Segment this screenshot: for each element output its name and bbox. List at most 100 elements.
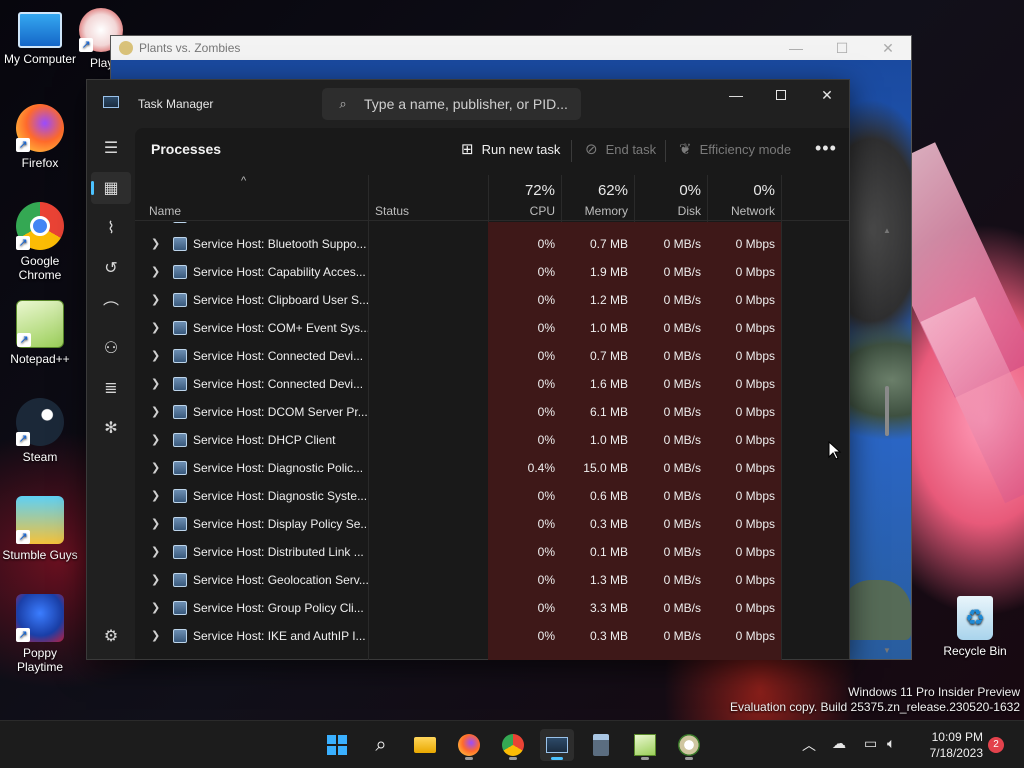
table-row[interactable]: ❯ Service Host: Distributed Link ... 0% 0.1…	[135, 538, 781, 566]
desktop-icon-notepadpp[interactable]: ↗ Notepad++	[0, 300, 80, 366]
desktop-icon-chrome[interactable]: ↗ Google Chrome	[0, 202, 80, 282]
column-header-name[interactable]: Name	[135, 175, 369, 221]
show-hidden-icons-chevron-icon[interactable]: ︿	[802, 735, 816, 755]
nav-users[interactable]: ⚇	[91, 332, 131, 364]
expand-chevron-icon[interactable]: ❯	[151, 377, 160, 390]
scroll-down-arrow-icon[interactable]: ▼	[883, 646, 891, 655]
network-cell: 0 Mbps	[707, 314, 781, 342]
table-row[interactable]: ❯ Service Host: Connected Devi... 0% 0.7 MB…	[135, 342, 781, 370]
column-header-memory[interactable]: 62% Memory	[561, 175, 634, 221]
desktop-icon-poppy-playtime[interactable]: ↗ Poppy Playtime	[0, 594, 80, 674]
service-host-icon	[173, 433, 187, 447]
nav-settings[interactable]: ⚙	[91, 620, 131, 652]
end-task-button[interactable]: ⊘ End task	[585, 140, 656, 158]
pvz-app-icon	[119, 41, 133, 55]
taskbar-task-manager[interactable]	[540, 729, 574, 761]
expand-chevron-icon[interactable]: ❯	[151, 433, 160, 446]
table-row[interactable]	[135, 222, 781, 230]
table-row[interactable]: ❯ Service Host: DCOM Server Pr... 0% 6.1 MB…	[135, 398, 781, 426]
table-row[interactable]: ❯ Service Host: COM+ Event Sys... 0% 1.0 MB…	[135, 314, 781, 342]
more-options-button[interactable]: •••	[815, 138, 837, 159]
pvz-titlebar[interactable]: Plants vs. Zombies — ☐ ✕	[111, 36, 911, 60]
tm-titlebar[interactable]: Task Manager ⌕ Type a name, publisher, o…	[87, 80, 849, 128]
desktop-icon-stumble-guys[interactable]: ↗ Stumble Guys	[0, 496, 80, 562]
expand-chevron-icon[interactable]: ❯	[151, 349, 160, 362]
process-list: ❯ Service Host: Bluetooth Suppo... 0% 0.7 M…	[135, 222, 849, 660]
table-row[interactable]: ❯ Service Host: Geolocation Serv... 0% 1.3 …	[135, 566, 781, 594]
nav-details[interactable]: ≣	[91, 372, 131, 404]
table-row[interactable]: ❯ Service Host: Clipboard User S... 0% 1.2 …	[135, 286, 781, 314]
expand-chevron-icon[interactable]: ❯	[151, 517, 160, 530]
expand-chevron-icon[interactable]: ❯	[151, 293, 160, 306]
expand-chevron-icon[interactable]: ❯	[151, 321, 160, 334]
volume-icon[interactable]: 🔈︎	[887, 735, 895, 752]
table-row[interactable]: ❯ Service Host: Capability Acces... 0% 1.9 …	[135, 258, 781, 286]
desktop-icon-steam[interactable]: ↗ Steam	[0, 398, 80, 464]
nav-startup-apps[interactable]: ⌒	[91, 292, 131, 324]
maximize-icon[interactable]: ☐	[819, 40, 865, 57]
table-row[interactable]: ❯ Service Host: Display Policy Se... 0% 0.3…	[135, 510, 781, 538]
table-row[interactable]: ❯ Service Host: IKE and AuthIP I... 0% 0.3 …	[135, 622, 781, 650]
expand-chevron-icon[interactable]: ❯	[151, 265, 160, 278]
system-clock[interactable]: 10:09 PM 7/18/2023	[915, 729, 983, 761]
taskbar-firefox[interactable]	[452, 729, 486, 761]
expand-chevron-icon[interactable]: ❯	[151, 601, 160, 614]
cpu-total: 72%	[524, 182, 555, 199]
column-header-status[interactable]: Status	[361, 175, 488, 221]
column-header-cpu[interactable]: 72% CPU	[488, 175, 561, 221]
maximize-button[interactable]	[758, 80, 804, 110]
close-button[interactable]: ✕	[804, 80, 850, 110]
expand-chevron-icon[interactable]: ❯	[151, 489, 160, 502]
nav-hamburger-button[interactable]: ☰	[91, 132, 131, 164]
close-icon[interactable]: ✕	[865, 40, 911, 57]
taskbar-pvz[interactable]	[672, 729, 706, 761]
expand-chevron-icon[interactable]: ❯	[151, 405, 160, 418]
pvz-title: Plants vs. Zombies	[139, 41, 241, 55]
shortcut-arrow-icon: ↗	[16, 530, 30, 544]
taskbar-chrome[interactable]	[496, 729, 530, 761]
scroll-up-arrow-icon[interactable]: ▲	[883, 226, 891, 235]
efficiency-mode-label: Efficiency mode	[699, 141, 792, 157]
notification-badge[interactable]: 2	[988, 737, 1004, 753]
run-new-task-button[interactable]: ⊞ Run new task	[461, 140, 560, 158]
table-row[interactable]: ❯ Service Host: Group Policy Cli... 0% 3.3 …	[135, 594, 781, 622]
table-row[interactable]: ❯ Service Host: Bluetooth Suppo... 0% 0.7 M…	[135, 230, 781, 258]
expand-chevron-icon[interactable]: ❯	[151, 545, 160, 558]
taskbar-file-explorer[interactable]	[408, 729, 442, 761]
run-new-task-icon: ⊞	[461, 141, 474, 158]
efficiency-mode-button[interactable]: ❦ Efficiency mode	[679, 140, 791, 158]
task-manager-window[interactable]: Task Manager ⌕ Type a name, publisher, o…	[86, 79, 891, 660]
onedrive-cloud-icon[interactable]: ☁	[832, 735, 846, 752]
nav-processes[interactable]: ▦	[91, 172, 131, 204]
nav-performance[interactable]: ⌇	[91, 212, 131, 244]
expand-chevron-icon[interactable]: ❯	[151, 629, 160, 642]
desktop-icon-my-computer[interactable]: My Computer	[0, 8, 80, 66]
desktop-icon-firefox[interactable]: ↗ Firefox	[0, 104, 80, 170]
taskbar-search-button[interactable]: ⌕	[364, 729, 398, 761]
end-task-icon: ⊘	[585, 141, 598, 158]
command-separator	[571, 140, 572, 162]
minimize-icon[interactable]: —	[773, 40, 819, 57]
scrollbar-thumb[interactable]	[885, 386, 889, 436]
chrome-icon	[502, 734, 524, 756]
table-row[interactable]: ❯ Service Host: Diagnostic Syste... 0% 0.6 …	[135, 482, 781, 510]
process-name: Service Host: DCOM Server Pr...	[193, 405, 368, 419]
expand-chevron-icon[interactable]: ❯	[151, 237, 160, 250]
nav-app-history[interactable]: ↺	[91, 252, 131, 284]
table-row[interactable]: ❯ Service Host: Connected Devi... 0% 1.6 MB…	[135, 370, 781, 398]
column-header-network[interactable]: 0% Network	[707, 175, 781, 221]
desktop-icon-recycle-bin[interactable]: ♻ Recycle Bin	[935, 596, 1015, 658]
leaf-icon: ❦	[679, 141, 692, 158]
start-button[interactable]	[320, 729, 354, 761]
column-header-disk[interactable]: 0% Disk	[634, 175, 707, 221]
network-icon[interactable]: ▭	[864, 735, 877, 752]
table-row[interactable]: ❯ Service Host: DHCP Client 0% 1.0 MB 0 MB/s…	[135, 426, 781, 454]
expand-chevron-icon[interactable]: ❯	[151, 573, 160, 586]
search-box[interactable]: ⌕ Type a name, publisher, or PID...	[322, 88, 581, 120]
table-row[interactable]: ❯ Service Host: Diagnostic Polic... 0.4% 15…	[135, 454, 781, 482]
expand-chevron-icon[interactable]: ❯	[151, 461, 160, 474]
taskbar-calculator[interactable]	[584, 729, 618, 761]
nav-services[interactable]: ✻	[91, 412, 131, 444]
taskbar-notepadpp[interactable]	[628, 729, 662, 761]
minimize-button[interactable]: —	[713, 80, 759, 110]
